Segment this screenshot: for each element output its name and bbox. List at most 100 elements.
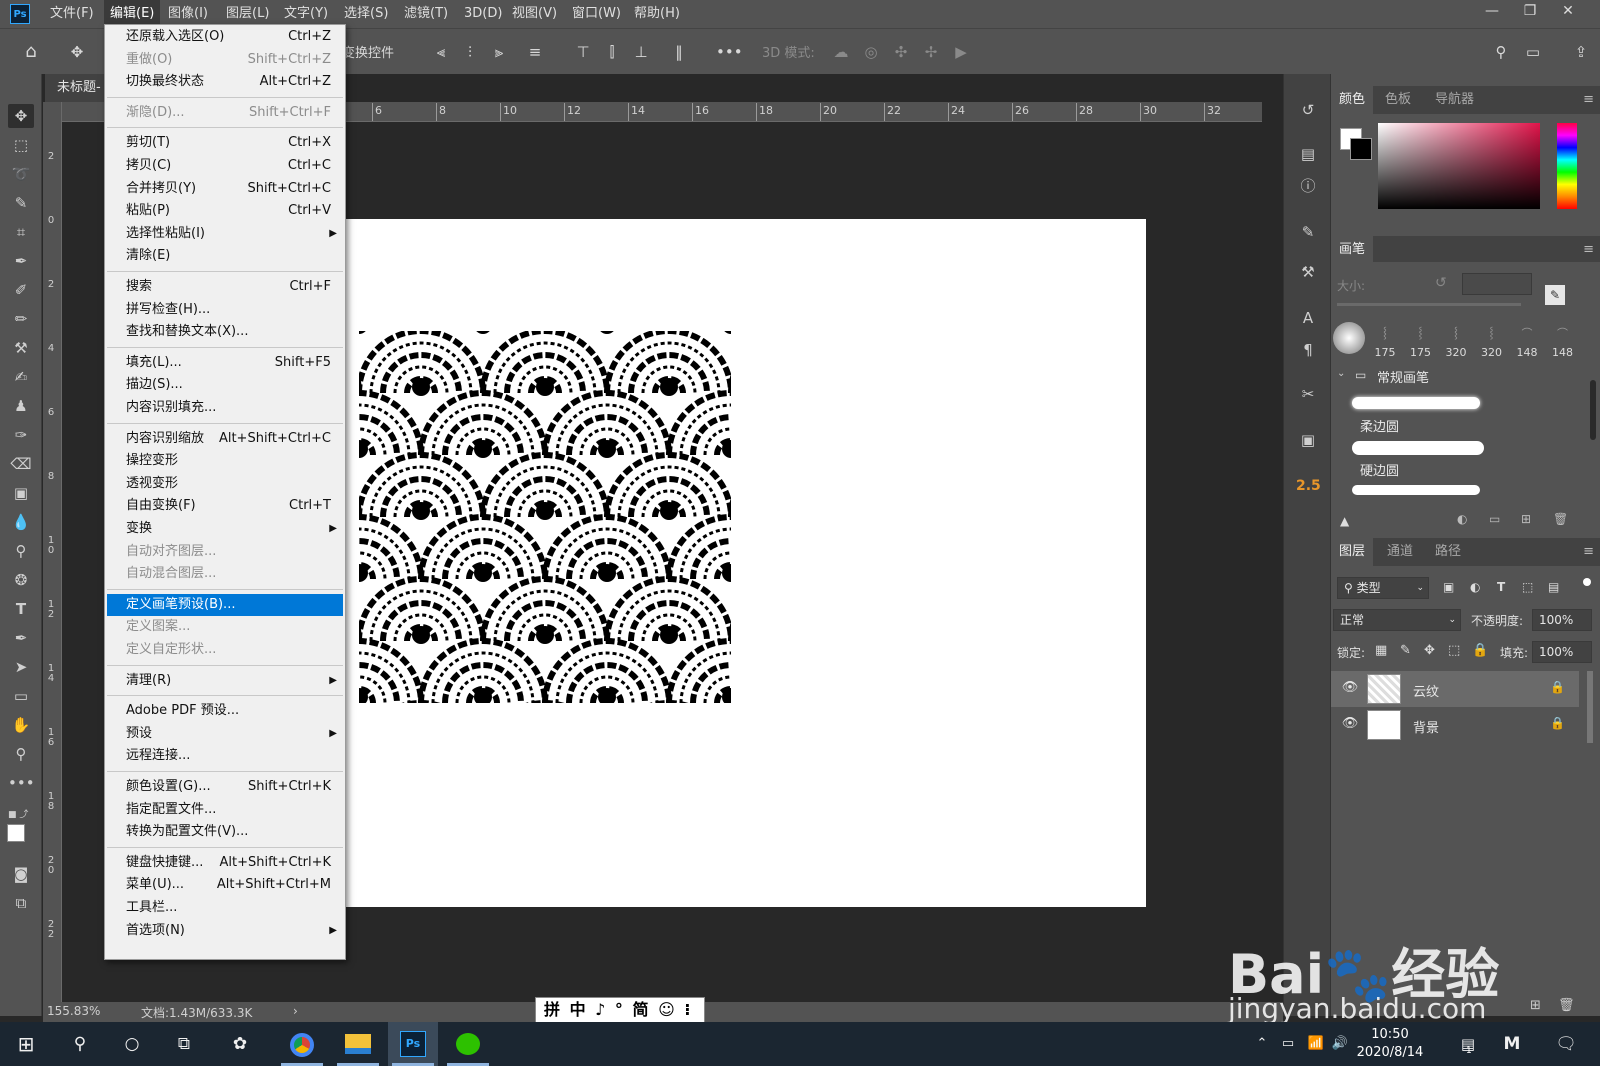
edit-menu-item[interactable]: 清除(E) — [107, 245, 343, 267]
new-brush-preset-icon[interactable]: ⊞ — [1521, 512, 1531, 526]
delete-brush-icon[interactable]: 🗑 — [1553, 512, 1568, 526]
eraser-tool-icon[interactable]: ⌫ — [8, 452, 34, 476]
tab-channels[interactable]: 通道 — [1379, 538, 1421, 566]
hard-round-stroke-preview[interactable] — [1352, 441, 1484, 455]
filter-pixel-icon[interactable]: ▣ — [1443, 580, 1454, 594]
edit-menu-item[interactable]: 重做(O) Shift+Ctrl+Z — [107, 49, 343, 71]
libraries-panel-icon[interactable]: ▣ — [1296, 428, 1320, 452]
rectangle-tool-icon[interactable]: ▭ — [8, 684, 34, 708]
more-options-icon[interactable]: ••• — [716, 41, 743, 63]
layer-row-background[interactable]: 👁 背景 🔒 — [1331, 707, 1579, 743]
eye-icon[interactable]: 👁 — [1341, 680, 1359, 698]
windows-start-icon[interactable]: ⊞ — [8, 1030, 44, 1058]
edit-menu-item[interactable]: 远程连接... — [107, 745, 343, 767]
distribute-icon[interactable]: ≡ — [524, 41, 546, 63]
recent-brush-preset[interactable]: ⸾ 175 — [1404, 325, 1438, 359]
app-m-icon[interactable]: M — [1494, 1030, 1530, 1058]
recent-brush-preset[interactable]: ⸾ 175 — [1368, 325, 1402, 359]
sponge-tool-icon[interactable]: ❂ — [8, 568, 34, 592]
document-info[interactable]: 文档:1.43M/633.3K — [141, 1004, 252, 1021]
quick-select-tool-icon[interactable]: ✎ — [8, 191, 34, 215]
edit-menu-item[interactable]: 菜单(U)... Alt+Shift+Ctrl+M — [107, 874, 343, 896]
edit-menu-item[interactable]: 自动对齐图层... — [107, 541, 343, 563]
edit-menu-item[interactable]: 定义图案... — [107, 616, 343, 638]
vertical-ruler[interactable]: 2 0 2 4 6 8 1 0 1 2 1 4 1 6 1 8 2 0 2 2 — [43, 102, 62, 1012]
edit-menu-item[interactable]: 搜索 Ctrl+F — [107, 276, 343, 298]
minimize-button[interactable]: — — [1474, 0, 1510, 24]
gradient-tool-icon[interactable]: ▣ — [8, 481, 34, 505]
new-layer-icon[interactable]: ⊞ — [1530, 998, 1541, 1013]
taskbar-clock[interactable]: 10:50 2020/8/14 — [1350, 1026, 1430, 1062]
brush-size-input[interactable] — [1462, 273, 1532, 295]
screen-mode-icon[interactable]: ⧉ — [8, 891, 34, 915]
close-button[interactable]: ✕ — [1550, 0, 1586, 24]
new-brush-icon[interactable]: ✎ — [1545, 285, 1565, 305]
3d-pan-icon[interactable]: ✣ — [890, 41, 912, 63]
lock-image-icon[interactable]: ✎ — [1400, 643, 1411, 658]
tab-color[interactable]: 颜色 — [1331, 86, 1374, 114]
restore-button[interactable]: ❐ — [1512, 0, 1548, 24]
brush-name-soft[interactable]: 柔边圆 — [1360, 416, 1399, 435]
tab-layers[interactable]: 图层 — [1331, 538, 1374, 566]
home-icon[interactable]: ⌂ — [20, 41, 42, 63]
edit-menu-item[interactable]: 粘贴(P) Ctrl+V — [107, 200, 343, 222]
search-icon[interactable]: ⚲ — [1490, 41, 1512, 63]
edit-menu-item[interactable]: 描边(S)... — [107, 374, 343, 396]
swap-colors-icon[interactable]: ■ ⤴ — [8, 807, 34, 820]
hand-tool-icon[interactable]: ✋ — [8, 713, 34, 737]
3d-camera-icon[interactable]: ▶ — [950, 41, 972, 63]
task-view-icon[interactable]: ⧉ — [166, 1030, 202, 1058]
taskbar-chrome[interactable] — [277, 1022, 327, 1066]
menu-item[interactable]: 帮助(H) — [628, 0, 686, 28]
edit-menu-item[interactable]: 切换最终状态 Alt+Ctrl+Z — [107, 71, 343, 93]
edit-menu-item[interactable]: 内容识别填充... — [107, 397, 343, 419]
brush-panel-menu-icon[interactable]: ≡ — [1583, 242, 1594, 257]
tab-navigator[interactable]: 导航器 — [1427, 86, 1482, 114]
edit-menu-item[interactable]: Adobe PDF 预设... — [107, 700, 343, 722]
edit-menu-item[interactable]: 预设 ▶ — [107, 723, 343, 745]
recent-brush-preset[interactable]: ⸾ 320 — [1439, 325, 1473, 359]
layers-scrollbar[interactable] — [1587, 671, 1593, 743]
move-tool-icon[interactable]: ✥ — [8, 104, 34, 128]
ime-toolbar[interactable]: 拼 中 ♪ ° 简 ☺ ⁝ — [535, 997, 705, 1023]
opacity-input[interactable]: 100% — [1532, 609, 1592, 631]
lock-artboard-icon[interactable]: ⬚ — [1448, 643, 1460, 658]
share-icon[interactable]: ⇪ — [1570, 41, 1592, 63]
edit-menu-item[interactable]: 转换为配置文件(V)... — [107, 821, 343, 843]
brush-size-slider[interactable] — [1337, 303, 1521, 306]
brush-list-scrollbar[interactable] — [1590, 380, 1596, 440]
blur-tool-icon[interactable]: 💧 — [8, 510, 34, 534]
soft-round-stroke-preview[interactable] — [1352, 397, 1480, 409]
search-icon[interactable]: ⚲ — [62, 1030, 98, 1058]
layer-filter-select[interactable]: ⚲ 类型 ⌄ — [1337, 577, 1429, 599]
properties-panel-icon[interactable]: ▤ — [1296, 142, 1320, 166]
reset-size-icon[interactable]: ↺ — [1435, 275, 1447, 291]
menu-item[interactable]: 3D(D) — [458, 0, 508, 28]
panel-menu-icon[interactable]: ≡ — [1583, 92, 1594, 107]
edit-menu-item[interactable]: 自由变换(F) Ctrl+T — [107, 495, 343, 517]
lock-all-icon[interactable]: 🔒 — [1472, 643, 1488, 658]
transform-controls-label[interactable]: 变换控件 — [342, 42, 394, 61]
clone-stamp-tool-icon[interactable]: ⚒ — [8, 336, 34, 360]
pen-tool-icon[interactable]: ✒ — [8, 626, 34, 650]
filter-shape-icon[interactable]: ⬚ — [1522, 580, 1533, 594]
toggle-visibility-icon[interactable]: ◐ — [1457, 512, 1467, 526]
edit-menu-item[interactable]: 首选项(N) ▶ — [107, 920, 343, 942]
3d-orbit-icon[interactable]: ☁ — [830, 41, 852, 63]
edit-menu-item[interactable]: 指定配置文件... — [107, 799, 343, 821]
distribute-v-icon[interactable]: ‖ — [668, 41, 690, 63]
layer-row-cloud[interactable]: 👁 云纹 🔒 — [1331, 671, 1579, 707]
3d-roll-icon[interactable]: ◎ — [860, 41, 882, 63]
lasso-tool-icon[interactable]: ➰ — [8, 162, 34, 186]
taskbar-photoshop[interactable]: Ps — [388, 1022, 438, 1066]
align-middle-icon[interactable]: ⫿ — [601, 41, 623, 63]
edit-menu-item[interactable]: 拷贝(C) Ctrl+C — [107, 155, 343, 177]
edit-menu-item[interactable]: 定义自定形状... — [107, 639, 343, 661]
edit-menu-item[interactable]: 工具栏... — [107, 897, 343, 919]
recent-brush-preset[interactable]: ⌒ 148 — [1546, 325, 1580, 359]
edit-menu-item[interactable]: 定义画笔预设(B)... — [107, 593, 343, 616]
tab-brushes[interactable]: 画笔 — [1331, 236, 1374, 264]
menu-item[interactable]: 文件(F) — [44, 0, 100, 28]
edit-menu-item[interactable]: 自动混合图层... — [107, 563, 343, 585]
tool-presets-icon[interactable]: ✂ — [1296, 382, 1320, 406]
